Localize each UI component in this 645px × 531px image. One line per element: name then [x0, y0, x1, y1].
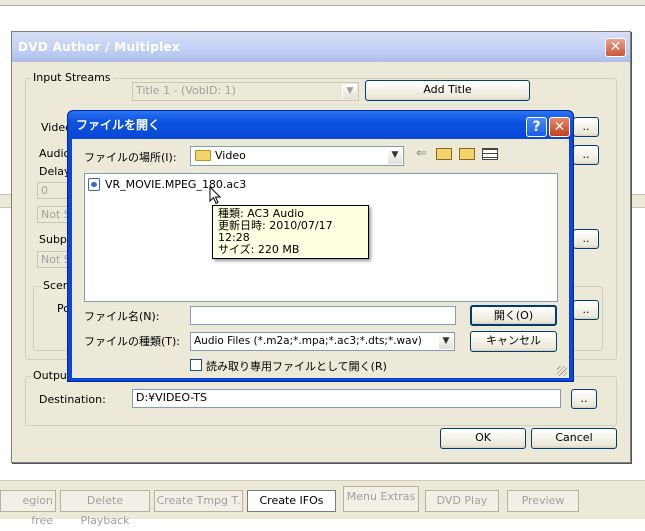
dvd-play-button[interactable]: DVD Play — [425, 490, 499, 512]
file-name: VR_MOVIE.MPEG_180.ac3 — [105, 178, 247, 191]
dialog-close-icon[interactable]: ✕ — [549, 117, 570, 137]
chevron-down-icon: ▼ — [438, 334, 453, 349]
title-select[interactable]: Title 1 - (VobID: 1) ▼ — [132, 82, 359, 101]
input-streams-label: Input Streams — [31, 71, 113, 84]
window-title: DVD Author / Multiplex — [12, 32, 630, 62]
background-window-edge — [0, 0, 645, 6]
file-open-dialog: ファイルを開く ? ✕ ファイルの場所(I): Video ▼ ⇐ VR_MOV… — [67, 110, 574, 382]
back-arrow-icon[interactable]: ⇐ — [416, 146, 427, 161]
look-in-value: Video — [215, 149, 246, 162]
destination-field[interactable]: D:¥VIDEO-TS — [132, 389, 561, 408]
delete-playback-button[interactable]: Delete Playback — [60, 490, 150, 527]
dialog-body: ファイルの場所(I): Video ▼ ⇐ VR_MOVIE.MPEG_180.… — [72, 139, 569, 378]
audio-file-icon — [88, 178, 100, 191]
up-folder-icon[interactable] — [436, 148, 452, 160]
video-browse-button[interactable]: .. — [573, 117, 599, 137]
destination-label: Destination: — [39, 393, 106, 406]
look-in-label: ファイルの場所(I): — [84, 151, 177, 164]
dialog-cancel-button[interactable]: キャンセル — [470, 331, 557, 352]
scene-browse-button[interactable]: .. — [573, 300, 599, 320]
audio-browse-button[interactable]: .. — [573, 145, 599, 165]
tooltip-size: サイズ: 220 MB — [218, 243, 300, 256]
chevron-down-icon: ▼ — [387, 148, 402, 164]
tooltip-date: 更新日時: 2010/07/17 12:28 — [218, 219, 333, 244]
mouse-cursor-icon — [209, 186, 222, 205]
help-icon[interactable]: ? — [526, 117, 547, 137]
view-menu-icon[interactable] — [482, 148, 498, 160]
filename-input[interactable] — [190, 306, 456, 325]
close-icon[interactable]: ✕ — [605, 38, 626, 57]
main-toolbar: egion free Delete Playback Create Tmpg T… — [0, 480, 645, 527]
look-in-select[interactable]: Video ▼ — [190, 146, 404, 166]
cancel-button[interactable]: Cancel — [531, 428, 617, 449]
audio-label: Audio — [39, 147, 71, 160]
new-folder-icon[interactable] — [459, 148, 475, 160]
file-tooltip: 種類: AC3 Audio 更新日時: 2010/07/17 12:28 サイズ… — [212, 205, 369, 259]
delay-label: Delay — [39, 165, 71, 178]
readonly-checkbox[interactable] — [190, 359, 202, 371]
create-tmpg-button[interactable]: Create Tmpg T. — [154, 490, 243, 512]
title-select-value: Title 1 - (VobID: 1) — [136, 84, 236, 97]
chevron-down-icon: ▼ — [342, 84, 357, 99]
file-list[interactable]: VR_MOVIE.MPEG_180.ac3 種類: AC3 Audio 更新日時… — [84, 173, 558, 302]
subpic-browse-button[interactable]: .. — [573, 229, 599, 249]
readonly-label: 読み取り専用ファイルとして開く(R) — [206, 360, 387, 373]
folder-icon — [195, 150, 211, 161]
create-ifos-button[interactable]: Create IFOs — [247, 490, 336, 512]
filetype-value: Audio Files (*.m2a;*.mpa;*.ac3;*.dts;*.w… — [194, 335, 422, 347]
filename-label: ファイル名(N): — [84, 310, 160, 323]
dialog-title: ファイルを開く — [68, 111, 573, 139]
ok-button[interactable]: OK — [440, 428, 526, 449]
destination-browse-button[interactable]: .. — [571, 389, 597, 409]
filetype-select[interactable]: Audio Files (*.m2a;*.mpa;*.ac3;*.dts;*.w… — [190, 332, 455, 351]
menu-extras-button[interactable]: Menu Extras — [343, 486, 419, 512]
add-title-button[interactable]: Add Title — [365, 80, 530, 101]
open-button[interactable]: 開く(O) — [470, 305, 557, 326]
resize-grip-icon[interactable] — [557, 366, 567, 376]
filetype-label: ファイルの種類(T): — [84, 335, 181, 348]
region-free-button[interactable]: egion free — [0, 490, 56, 527]
preview-button[interactable]: Preview — [507, 490, 579, 512]
